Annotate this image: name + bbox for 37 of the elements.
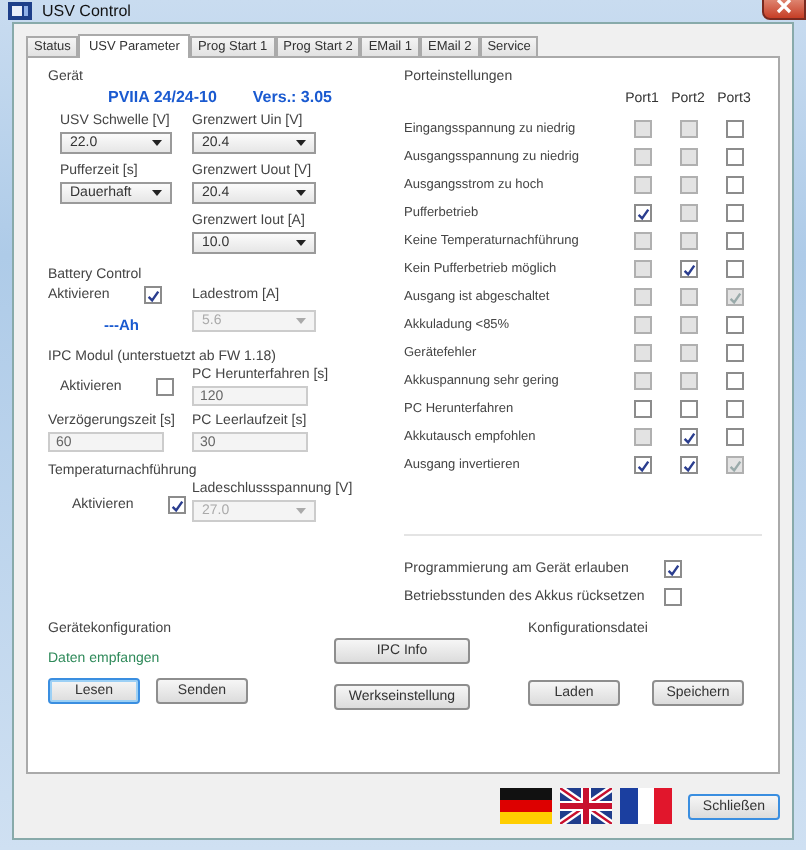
checkbox[interactable] — [664, 560, 682, 578]
checkbox[interactable] — [725, 344, 743, 362]
checkbox[interactable] — [679, 456, 697, 474]
caret-icon — [296, 140, 306, 146]
checkbox[interactable] — [725, 372, 743, 390]
checkbox[interactable] — [725, 260, 743, 278]
checkbox[interactable] — [725, 204, 743, 222]
caret-icon — [296, 508, 306, 514]
caret-icon — [296, 240, 306, 246]
checkbox[interactable] — [144, 286, 162, 304]
caret-icon — [296, 318, 306, 324]
flag-icon[interactable] — [620, 788, 672, 824]
checkbox[interactable] — [725, 428, 743, 446]
window-title: USV Control — [42, 2, 131, 20]
flag-icon[interactable] — [560, 788, 612, 824]
checkbox[interactable] — [679, 260, 697, 278]
checkbox[interactable] — [633, 204, 651, 222]
checkbox[interactable] — [725, 232, 743, 250]
caret-icon — [152, 190, 162, 196]
checkbox[interactable] — [633, 456, 651, 474]
caret-icon — [152, 140, 162, 146]
checkbox[interactable] — [725, 316, 743, 334]
checkbox[interactable] — [633, 400, 651, 418]
flag-icon[interactable] — [500, 788, 552, 824]
caret-icon — [296, 190, 306, 196]
checkbox[interactable] — [168, 496, 186, 514]
checkbox[interactable] — [725, 120, 743, 138]
close-icon — [776, 0, 792, 13]
checkbox[interactable] — [679, 428, 697, 446]
checkbox[interactable] — [156, 378, 174, 396]
checkbox[interactable] — [679, 400, 697, 418]
checkbox[interactable] — [725, 400, 743, 418]
checkbox[interactable] — [664, 588, 682, 606]
checkbox[interactable] — [725, 176, 743, 194]
checkbox[interactable] — [725, 148, 743, 166]
version-text: Vers.: 3.05 — [252, 88, 332, 106]
device-model: PVIIA 24/24-10 — [108, 88, 217, 106]
